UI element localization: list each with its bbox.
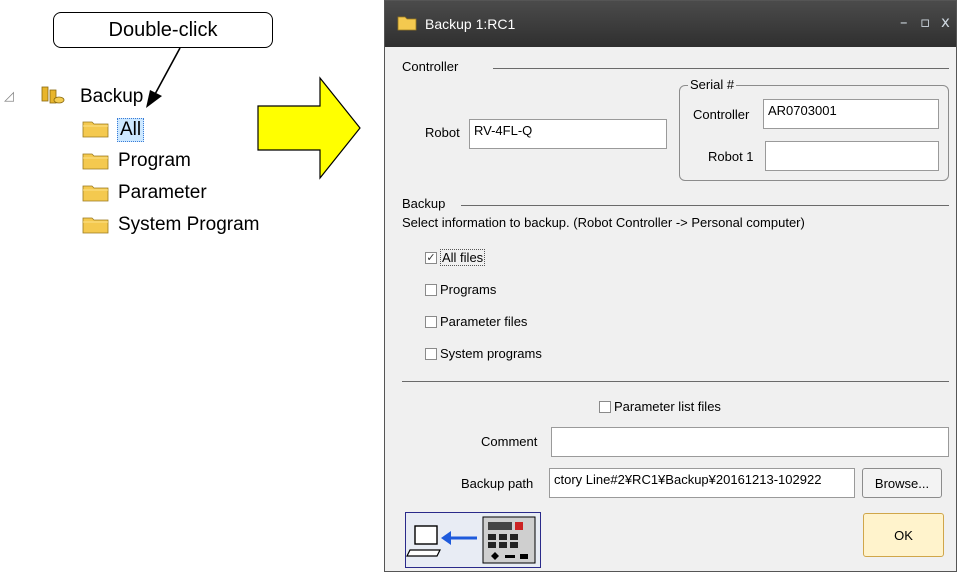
folder-icon: [82, 185, 109, 202]
serial-controller-label: Controller: [693, 107, 750, 122]
backup-section-label: Backup: [402, 196, 446, 211]
folder-icon: [82, 217, 109, 234]
serial-controller-field[interactable]: AR0703001: [763, 99, 939, 129]
folder-icon: [82, 121, 109, 138]
controller-section-label: Controller: [402, 59, 459, 74]
system-programs-checkbox[interactable]: [425, 347, 437, 360]
window-title: Backup 1:RC1: [425, 16, 516, 32]
maximize-icon[interactable]: ▫: [920, 13, 930, 31]
close-icon[interactable]: x: [941, 13, 950, 31]
robot-label: Robot: [425, 125, 460, 140]
all-files-option[interactable]: ✓ All files: [425, 249, 486, 266]
backup-path-label: Backup path: [461, 476, 534, 491]
parameter-files-label: Parameter files: [440, 314, 528, 329]
backup-instruction: Select information to backup. (Robot Con…: [402, 215, 805, 230]
comment-label: Comment: [481, 434, 538, 449]
system-programs-option[interactable]: System programs: [425, 346, 542, 361]
all-files-label: All files: [440, 249, 486, 266]
parameter-files-checkbox[interactable]: [425, 315, 437, 328]
serial-robot1-label: Robot 1: [708, 149, 754, 164]
browse-button[interactable]: Browse...: [862, 468, 942, 498]
programs-checkbox[interactable]: [425, 283, 437, 296]
divider: [402, 381, 949, 382]
tree-item-program[interactable]: Program: [118, 150, 191, 172]
parameter-list-label: Parameter list files: [614, 399, 721, 414]
tree-item-all[interactable]: All: [117, 118, 145, 142]
divider: [461, 205, 949, 206]
robot-field[interactable]: RV-4FL-Q: [469, 119, 667, 149]
comment-field[interactable]: [551, 427, 949, 457]
yellow-right-arrow-icon: [257, 76, 361, 180]
ok-button[interactable]: OK: [863, 513, 944, 557]
tree-root-backup[interactable]: Backup: [80, 86, 143, 108]
parameter-files-option[interactable]: Parameter files: [425, 314, 527, 329]
tree-item-system-program[interactable]: System Program: [118, 214, 259, 236]
all-files-checkbox[interactable]: ✓: [425, 251, 437, 264]
callout-text: Double-click: [108, 18, 218, 41]
backup-db-icon: [41, 86, 65, 104]
transfer-pc-controller-icon: [405, 512, 541, 568]
programs-label: Programs: [440, 282, 497, 297]
title-bar[interactable]: Backup 1:RC1 – ▫ x: [385, 1, 956, 47]
pointer-arrow-icon: [146, 47, 181, 108]
double-click-callout: Double-click: [53, 12, 273, 48]
collapse-triangle-icon[interactable]: ◿: [4, 89, 14, 104]
folder-icon: [82, 153, 109, 170]
system-programs-label: System programs: [440, 346, 542, 361]
divider: [493, 68, 949, 69]
parameter-list-checkbox[interactable]: [599, 400, 611, 413]
serial-group-label: Serial #: [688, 77, 737, 92]
minimize-icon[interactable]: –: [900, 13, 908, 31]
serial-robot1-field[interactable]: [765, 141, 939, 171]
folder-icon: [397, 16, 417, 31]
tree-item-parameter[interactable]: Parameter: [118, 182, 207, 204]
programs-option[interactable]: Programs: [425, 282, 496, 297]
backup-path-field[interactable]: ctory Line#2¥RC1¥Backup¥20161213-102922: [549, 468, 855, 498]
parameter-list-option[interactable]: Parameter list files: [599, 399, 721, 414]
backup-dialog: Backup 1:RC1 – ▫ x Controller Robot RV-4…: [384, 0, 957, 572]
